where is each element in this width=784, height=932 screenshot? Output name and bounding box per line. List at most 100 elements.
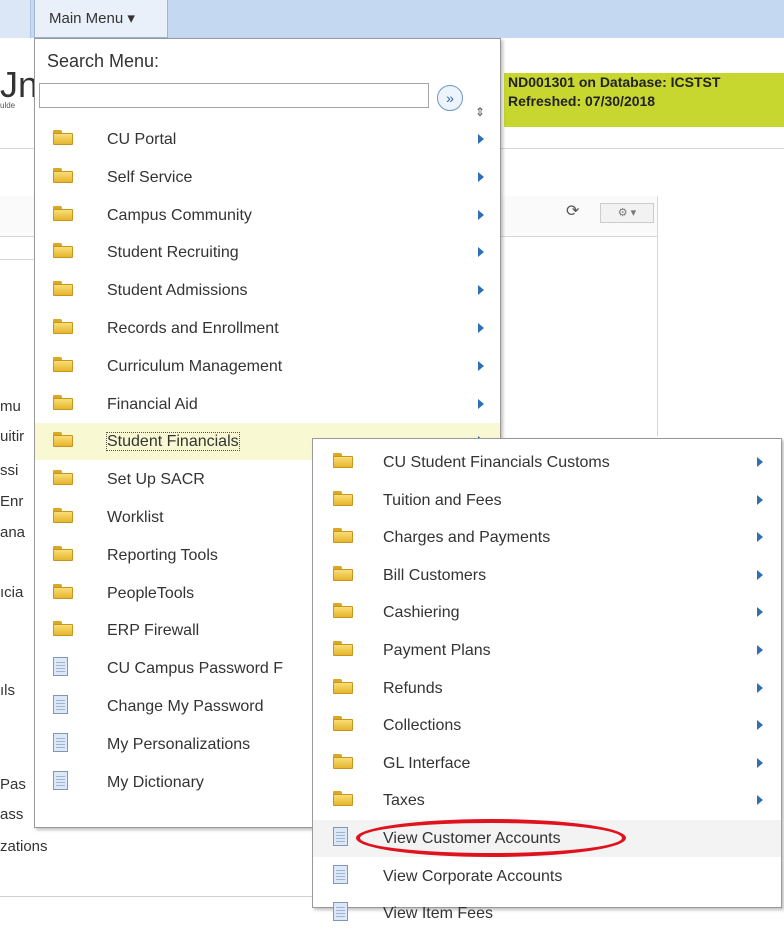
menu-item-cu-portal[interactable]: CU Portal [35, 121, 500, 158]
menu-item-label: Curriculum Management [107, 357, 283, 375]
search-menu-label: Search Menu: [47, 51, 160, 71]
menu-item-label-wrap: Bill Customers [383, 557, 486, 594]
submenu-item-gl-interface[interactable]: GL Interface [313, 745, 781, 782]
menu-item-label-wrap: Campus Community [107, 197, 252, 234]
submenu-item-tuition-and-fees[interactable]: Tuition and Fees [313, 482, 781, 519]
background-link-fragment[interactable]: ıls [0, 682, 15, 699]
submenu-item-cashiering[interactable]: Cashiering [313, 594, 781, 631]
menu-item-student-admissions[interactable]: Student Admissions [35, 272, 500, 309]
menu-item-label: CU Student Financials Customs [383, 454, 610, 471]
gear-icon[interactable]: ⚙ ▾ [600, 203, 654, 223]
menu-item-label: Student Financials [106, 432, 240, 452]
menu-item-label: GL Interface [383, 754, 471, 772]
background-link-fragment[interactable]: ıcia [0, 584, 23, 601]
submenu-item-bill-customers[interactable]: Bill Customers [313, 557, 781, 594]
student-financials-submenu: CU Student Financials Customs Tuition and… [312, 438, 782, 922]
main-menu-button[interactable]: Main Menu ▾ [34, 0, 168, 38]
menu-item-label: Tuition and Fees [383, 491, 502, 509]
menu-item-label: Change My Password [107, 698, 264, 715]
folder-icon [53, 545, 73, 561]
menu-item-label: Campus Community [107, 206, 252, 224]
chevron-right-icon [757, 457, 763, 467]
menu-item-label-wrap: Curriculum Management [107, 348, 282, 385]
menu-item-label-wrap: Self Service [107, 159, 192, 196]
menu-item-label: Refunds [383, 679, 443, 697]
menu-item-label: View Item Fees [383, 905, 493, 923]
menu-item-label-wrap: CU Portal [107, 121, 176, 158]
page-subtitle-fragment: ulde [0, 101, 16, 110]
sort-icon[interactable]: ⇕ [475, 106, 485, 118]
submenu-item-cu-student-financials-customs[interactable]: CU Student Financials Customs [313, 444, 781, 481]
chevron-right-icon [757, 569, 763, 580]
menu-item-label-wrap: Change My Password [107, 688, 264, 725]
menu-item-campus-community[interactable]: Campus Community [35, 197, 500, 234]
menu-item-label-wrap: Refunds [383, 670, 443, 707]
menu-item-curriculum-management[interactable]: Curriculum Management [35, 348, 500, 385]
menu-item-label: Records and Enrollment [107, 320, 279, 337]
document-icon [53, 770, 68, 792]
folder-icon [53, 130, 73, 145]
menu-item-label: My Dictionary [107, 773, 204, 791]
menu-item-label-wrap: My Personalizations [107, 726, 250, 763]
background-link-fragment[interactable]: mu [0, 398, 21, 415]
menu-item-label-wrap: Charges and Payments [383, 519, 550, 556]
menu-item-label: Collections [383, 717, 462, 735]
highlight-circle [356, 819, 626, 857]
submenu-item-payment-plans[interactable]: Payment Plans [313, 632, 781, 669]
background-link-fragment[interactable]: ana [0, 524, 25, 541]
menu-item-label: CU Portal [107, 131, 177, 148]
folder-icon [53, 167, 73, 183]
chevron-right-icon [478, 209, 484, 220]
menu-item-label: Charges and Payments [383, 529, 551, 547]
menu-item-self-service[interactable]: Self Service [35, 159, 500, 196]
menu-item-label-wrap: GL Interface [383, 745, 470, 782]
menu-item-label: Cashiering [383, 604, 460, 622]
page-title-fragment: Jn [0, 64, 39, 105]
background-link-fragment[interactable]: zations [0, 838, 48, 855]
folder-icon [53, 621, 73, 637]
folder-icon [53, 205, 73, 221]
submenu-item-collections[interactable]: Collections [313, 707, 781, 744]
menu-item-label: Student Recruiting [107, 244, 239, 262]
bottom-divider [0, 896, 316, 897]
background-link-fragment[interactable]: Enr [0, 493, 23, 510]
chevron-right-icon [478, 285, 484, 296]
chevron-right-icon [478, 247, 484, 258]
refresh-icon[interactable]: ⟳ [566, 201, 579, 221]
menu-item-financial-aid[interactable]: Financial Aid [35, 386, 500, 423]
folder-icon [53, 583, 73, 599]
folder-icon [53, 243, 73, 259]
document-icon [53, 732, 68, 754]
menu-item-label-wrap: View Item Fees [383, 895, 493, 932]
menu-item-records-and-enrollment[interactable]: Records and Enrollment [35, 310, 500, 347]
submenu-item-refunds[interactable]: Refunds [313, 670, 781, 707]
background-link-fragment[interactable]: ass [0, 806, 23, 823]
document-icon [333, 864, 348, 886]
folder-icon [333, 641, 353, 656]
nav-left-segment[interactable] [0, 0, 31, 38]
submenu-item-view-corporate-accounts[interactable]: View Corporate Accounts [313, 858, 781, 895]
submenu-item-taxes[interactable]: Taxes [313, 782, 781, 819]
background-link-fragment[interactable]: ssi [0, 462, 18, 479]
folder-icon [53, 470, 73, 486]
menu-item-label-wrap: Taxes [383, 782, 425, 819]
folder-icon [333, 565, 353, 581]
menu-item-label: Financial Aid [107, 395, 198, 413]
menu-item-label-wrap: Cashiering [383, 594, 459, 631]
document-icon [53, 657, 68, 678]
menu-item-label: Taxes [383, 792, 425, 810]
menu-item-student-recruiting[interactable]: Student Recruiting [35, 234, 500, 271]
folder-icon [333, 603, 353, 619]
background-link-fragment[interactable]: Pas [0, 776, 26, 793]
search-go-icon[interactable]: » [437, 85, 463, 111]
submenu-item-view-item-fees[interactable]: View Item Fees [313, 895, 781, 932]
background-link-fragment[interactable]: uitir [0, 428, 24, 445]
search-menu-input[interactable] [39, 83, 429, 108]
chevron-right-icon [757, 682, 763, 693]
submenu-item-charges-and-payments[interactable]: Charges and Payments [313, 519, 781, 556]
folder-icon [53, 432, 73, 448]
chevron-right-icon [757, 757, 763, 768]
environment-database-text: ND001301 on Database: ICSTST [508, 74, 721, 90]
menu-item-label: Set Up SACR [107, 471, 205, 489]
menu-item-label-wrap: Student Recruiting [107, 234, 239, 271]
